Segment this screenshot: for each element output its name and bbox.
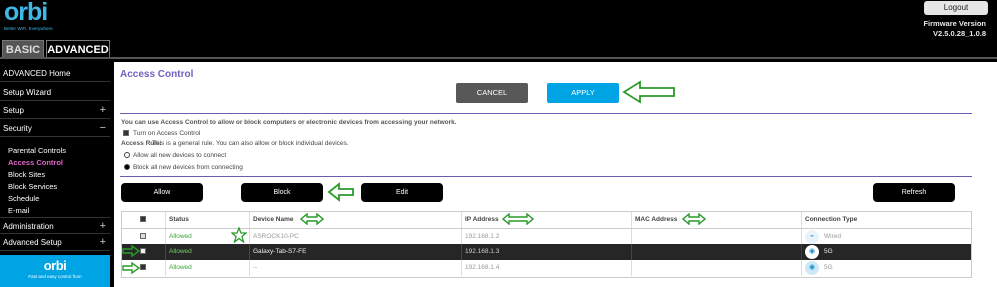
sidebar-item-block-sites[interactable]: Block Sites — [8, 169, 45, 180]
allow-all-label: Allow all new devices to connect — [133, 152, 227, 159]
device-name-cell: -- — [250, 260, 462, 276]
sidebar-item-label: ADVANCED Home — [3, 69, 71, 78]
annotation-double-arrow-icon — [682, 213, 706, 225]
orbi-logo: orbi — [4, 0, 48, 26]
annotation-arrow-right-icon — [122, 245, 140, 257]
annotation-arrow-left-icon — [327, 182, 354, 202]
apply-button[interactable]: APPLY — [547, 83, 619, 103]
table-row[interactable]: Allowed ASROCK10-PC 192.168.1.2 ⌁ Wired — [122, 228, 971, 245]
header-ip-address[interactable]: IP Address — [462, 212, 632, 228]
block-all-label: Block all new devices from connecting — [133, 164, 243, 171]
mac-cell — [632, 260, 802, 276]
annotation-arrow-left-icon — [622, 80, 675, 104]
status-cell: Allowed — [166, 260, 250, 276]
description-text: You can use Access Control to allow or b… — [121, 119, 457, 126]
annotation-star-icon — [231, 227, 247, 243]
annotation-double-arrow-icon — [502, 213, 534, 225]
promo-logo: orbi — [43, 258, 67, 273]
connection-cell: ⌁ Wired — [802, 229, 971, 245]
connection-cell: ◉ 5G — [802, 244, 971, 260]
logout-button[interactable]: Logout — [924, 1, 988, 15]
divider — [120, 113, 972, 114]
divider — [120, 176, 972, 177]
annotation-double-arrow-icon — [300, 213, 324, 225]
select-all-cell — [122, 212, 166, 228]
page-title: Access Control — [120, 69, 194, 80]
annotation-arrow-right-icon — [122, 262, 140, 274]
sidebar-item-label: Security — [3, 124, 32, 133]
tab-divider — [0, 57, 997, 59]
cancel-button[interactable]: CANCEL — [456, 83, 528, 103]
ip-cell: 192.168.1.4 — [462, 260, 632, 276]
mac-cell — [632, 244, 802, 260]
refresh-button[interactable]: Refresh — [873, 183, 955, 202]
sidebar-item-setup-wizard[interactable]: Setup Wizard — [0, 84, 110, 101]
header-mac-address[interactable]: MAC Address — [632, 212, 802, 228]
promo-banner[interactable]: orbi Fast and easy control from — [0, 255, 110, 287]
wifi-icon: ◉ — [805, 261, 819, 275]
access-rule-text: This is a general rule. You can also all… — [152, 140, 349, 147]
allow-all-radio[interactable] — [124, 152, 130, 158]
sidebar-item-advanced-home[interactable]: ADVANCED Home — [0, 65, 110, 82]
tab-advanced[interactable]: ADVANCED — [46, 40, 110, 58]
tab-basic[interactable]: BASIC — [2, 40, 44, 58]
connection-cell: ◉ 5G — [802, 260, 971, 276]
row-checkbox[interactable] — [140, 233, 146, 239]
sidebar-item-schedule[interactable]: Schedule — [8, 193, 39, 204]
header-device-name[interactable]: Device Name — [250, 212, 462, 228]
expand-icon[interactable]: + — [100, 234, 106, 250]
sidebar-item-advanced-setup[interactable]: Advanced Setup + — [0, 234, 110, 251]
table-header-row: Status Device Name IP Address MAC Addres… — [122, 212, 971, 228]
row-checkbox[interactable] — [140, 264, 146, 270]
block-all-radio[interactable] — [124, 164, 130, 170]
sidebar-item-setup[interactable]: Setup + — [0, 102, 110, 119]
logo-tagline: Better WiFi. Everywhere. — [4, 26, 54, 31]
sidebar-item-label: Advanced Setup — [3, 238, 62, 247]
wired-icon: ⌁ — [805, 230, 819, 244]
connection-type-text: 5G — [824, 264, 833, 271]
row-select-cell — [122, 229, 166, 245]
row-checkbox[interactable] — [140, 248, 146, 254]
device-name-cell: Galaxy-Tab-S7-FE — [250, 244, 462, 260]
promo-text: Fast and easy control from — [28, 274, 82, 279]
block-button[interactable]: Block — [241, 183, 323, 202]
table-row[interactable]: Allowed -- 192.168.1.4 ◉ 5G — [122, 260, 971, 276]
sidebar-item-block-services[interactable]: Block Services — [8, 181, 57, 192]
sidebar-item-parental-controls[interactable]: Parental Controls — [8, 145, 66, 156]
connection-type-text: 5G — [824, 248, 833, 255]
header-connection-type[interactable]: Connection Type — [802, 212, 971, 228]
sidebar-item-access-control[interactable]: Access Control — [8, 157, 63, 168]
select-all-checkbox[interactable] — [140, 216, 146, 222]
table-row[interactable]: Allowed Galaxy-Tab-S7-FE 192.168.1.3 ◉ 5… — [122, 244, 971, 260]
expand-icon[interactable]: + — [100, 102, 106, 118]
turn-on-label: Turn on Access Control — [133, 130, 201, 137]
collapse-icon[interactable]: − — [100, 120, 106, 136]
allow-button[interactable]: Allow — [121, 183, 203, 202]
turn-on-checkbox[interactable] — [123, 130, 129, 136]
status-cell: Allowed — [166, 244, 250, 260]
firmware-version: V2.5.0.28_1.0.8 — [933, 29, 986, 38]
wifi-icon: ◉ — [805, 245, 819, 259]
expand-icon[interactable]: + — [100, 218, 106, 234]
device-table: Status Device Name IP Address MAC Addres… — [121, 211, 972, 278]
sidebar-item-administration[interactable]: Administration + — [0, 217, 110, 234]
sidebar-item-label: Setup — [3, 106, 24, 115]
sidebar: ADVANCED Home Setup Wizard Setup + Securi… — [0, 62, 110, 287]
firmware-label: Firmware Version — [923, 19, 986, 28]
sidebar-item-label: Setup Wizard — [3, 88, 52, 97]
sidebar-item-security[interactable]: Security − — [0, 120, 110, 137]
edit-button[interactable]: Edit — [361, 183, 443, 202]
sidebar-item-label: Administration — [3, 222, 54, 231]
sidebar-item-email[interactable]: E-mail — [8, 205, 29, 216]
ip-cell: 192.168.1.2 — [462, 229, 632, 245]
device-name-cell: ASROCK10-PC — [250, 229, 462, 245]
header — [0, 0, 997, 62]
mac-cell — [632, 229, 802, 245]
header-status[interactable]: Status — [166, 212, 250, 228]
connection-type-text: Wired — [824, 233, 841, 240]
ip-cell: 192.168.1.3 — [462, 244, 632, 260]
